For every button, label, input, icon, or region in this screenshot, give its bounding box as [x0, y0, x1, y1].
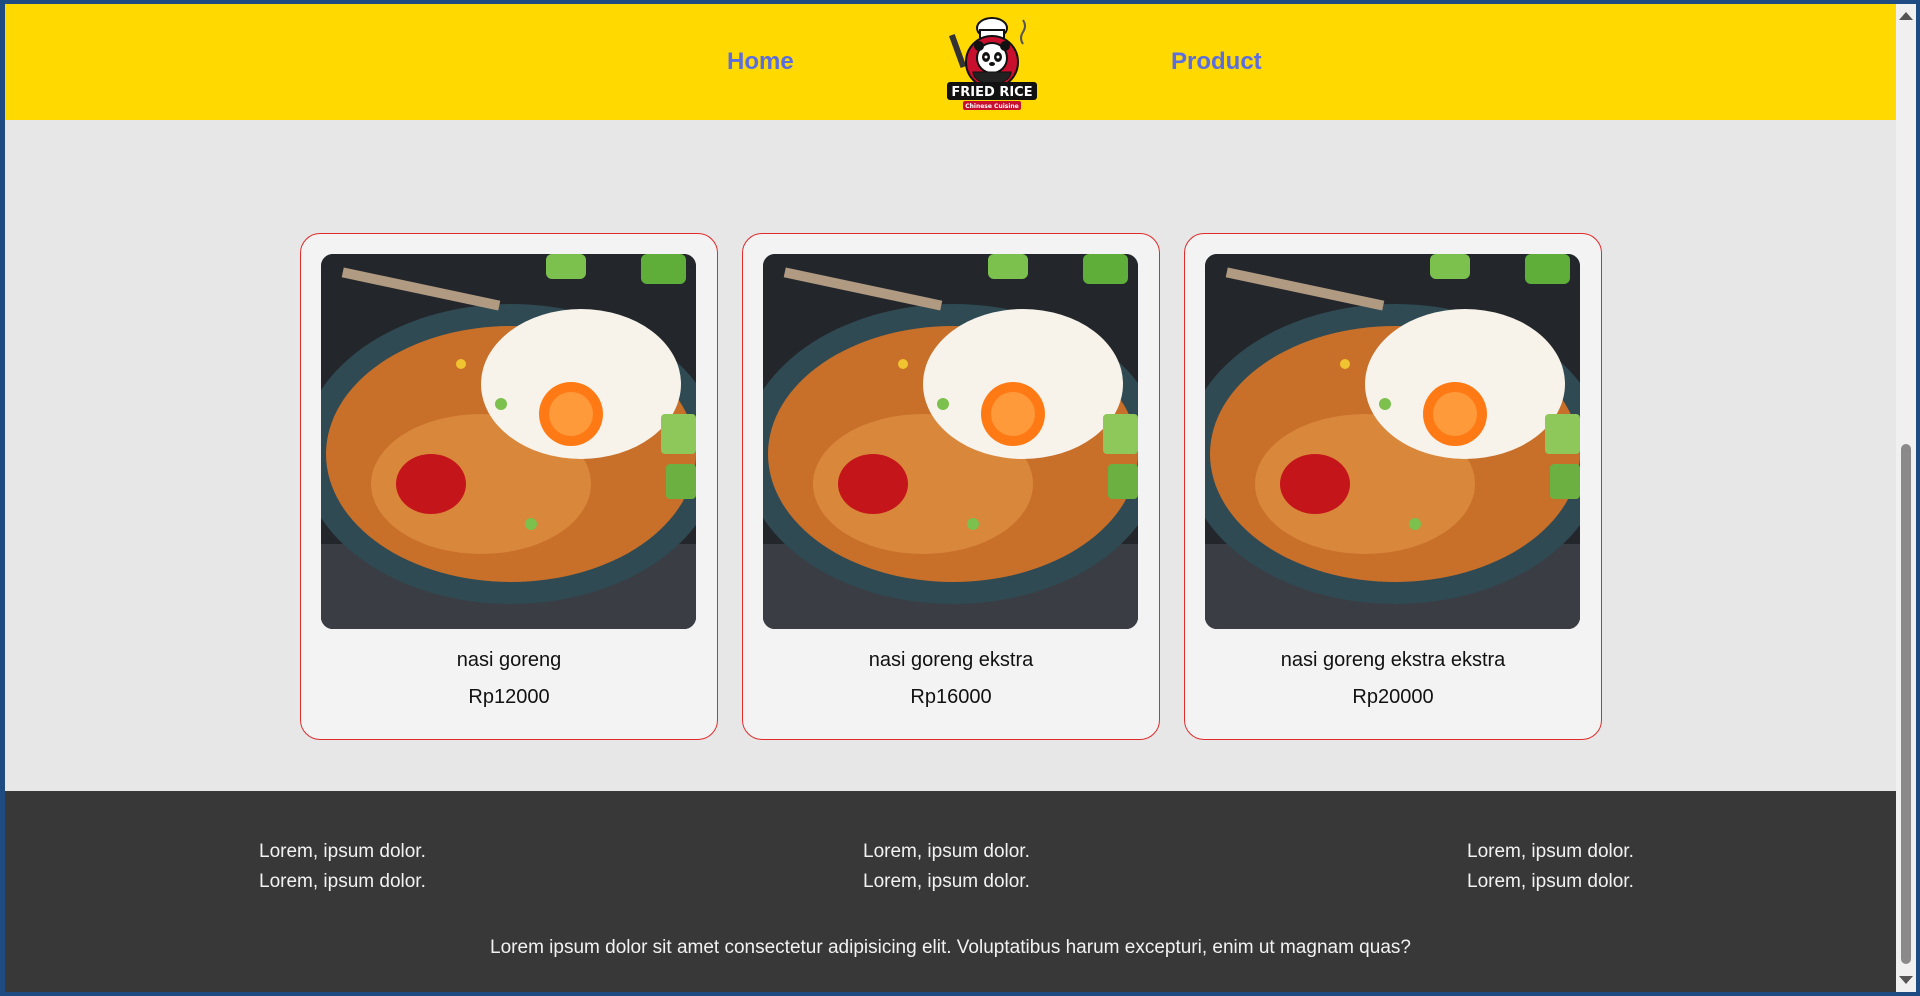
- product-name: nasi goreng ekstra ekstra: [1280, 649, 1506, 671]
- product-price: Rp12000: [468, 686, 550, 708]
- scroll-thumb[interactable]: [1901, 444, 1911, 964]
- scroll-down-icon[interactable]: [1899, 976, 1913, 984]
- product-image: [763, 254, 1138, 629]
- fried-rice-logo[interactable]: FRIED RICE Chinese Cuisine: [943, 12, 1041, 116]
- footer-column: Lorem, ipsum dolor. Lorem, ipsum dolor.: [1467, 837, 1634, 897]
- nav-product-link[interactable]: Product: [1171, 48, 1262, 76]
- footer-text: Lorem, ipsum dolor.: [259, 871, 426, 892]
- product-list: nasi goreng Rp12000 nasi goreng ekstra R…: [300, 233, 1610, 740]
- product-card[interactable]: nasi goreng ekstra Rp16000: [742, 233, 1160, 740]
- footer-text: Lorem, ipsum dolor.: [863, 871, 1030, 892]
- product-price: Rp16000: [910, 686, 992, 708]
- logo-title: FRIED RICE: [951, 85, 1032, 100]
- vertical-scrollbar[interactable]: [1896, 4, 1916, 992]
- product-card[interactable]: nasi goreng ekstra ekstra Rp20000: [1184, 233, 1602, 740]
- product-name: nasi goreng ekstra: [868, 649, 1034, 671]
- product-card[interactable]: nasi goreng Rp12000: [300, 233, 718, 740]
- footer-text: Lorem, ipsum dolor.: [1467, 871, 1634, 892]
- footer-text: Lorem, ipsum dolor.: [259, 841, 426, 862]
- nav-home-link[interactable]: Home: [727, 48, 794, 76]
- product-name: nasi goreng: [456, 649, 562, 671]
- scroll-up-icon[interactable]: [1899, 12, 1913, 20]
- footer-text: Lorem, ipsum dolor.: [1467, 841, 1634, 862]
- product-image: [321, 254, 696, 629]
- product-price: Rp20000: [1352, 686, 1434, 708]
- footer-text: Lorem, ipsum dolor.: [863, 841, 1030, 862]
- page-viewport: Home FRIED RICE Chinese Cuisine Product …: [5, 4, 1896, 992]
- footer-note: Lorem ipsum dolor sit amet consectetur a…: [490, 937, 1411, 958]
- product-image: [1205, 254, 1580, 629]
- footer-column: Lorem, ipsum dolor. Lorem, ipsum dolor.: [259, 837, 426, 897]
- site-header: Home FRIED RICE Chinese Cuisine Product: [5, 4, 1896, 120]
- footer-column: Lorem, ipsum dolor. Lorem, ipsum dolor.: [863, 837, 1030, 897]
- site-footer: Lorem, ipsum dolor. Lorem, ipsum dolor. …: [5, 791, 1896, 992]
- logo-subtitle: Chinese Cuisine: [965, 103, 1019, 110]
